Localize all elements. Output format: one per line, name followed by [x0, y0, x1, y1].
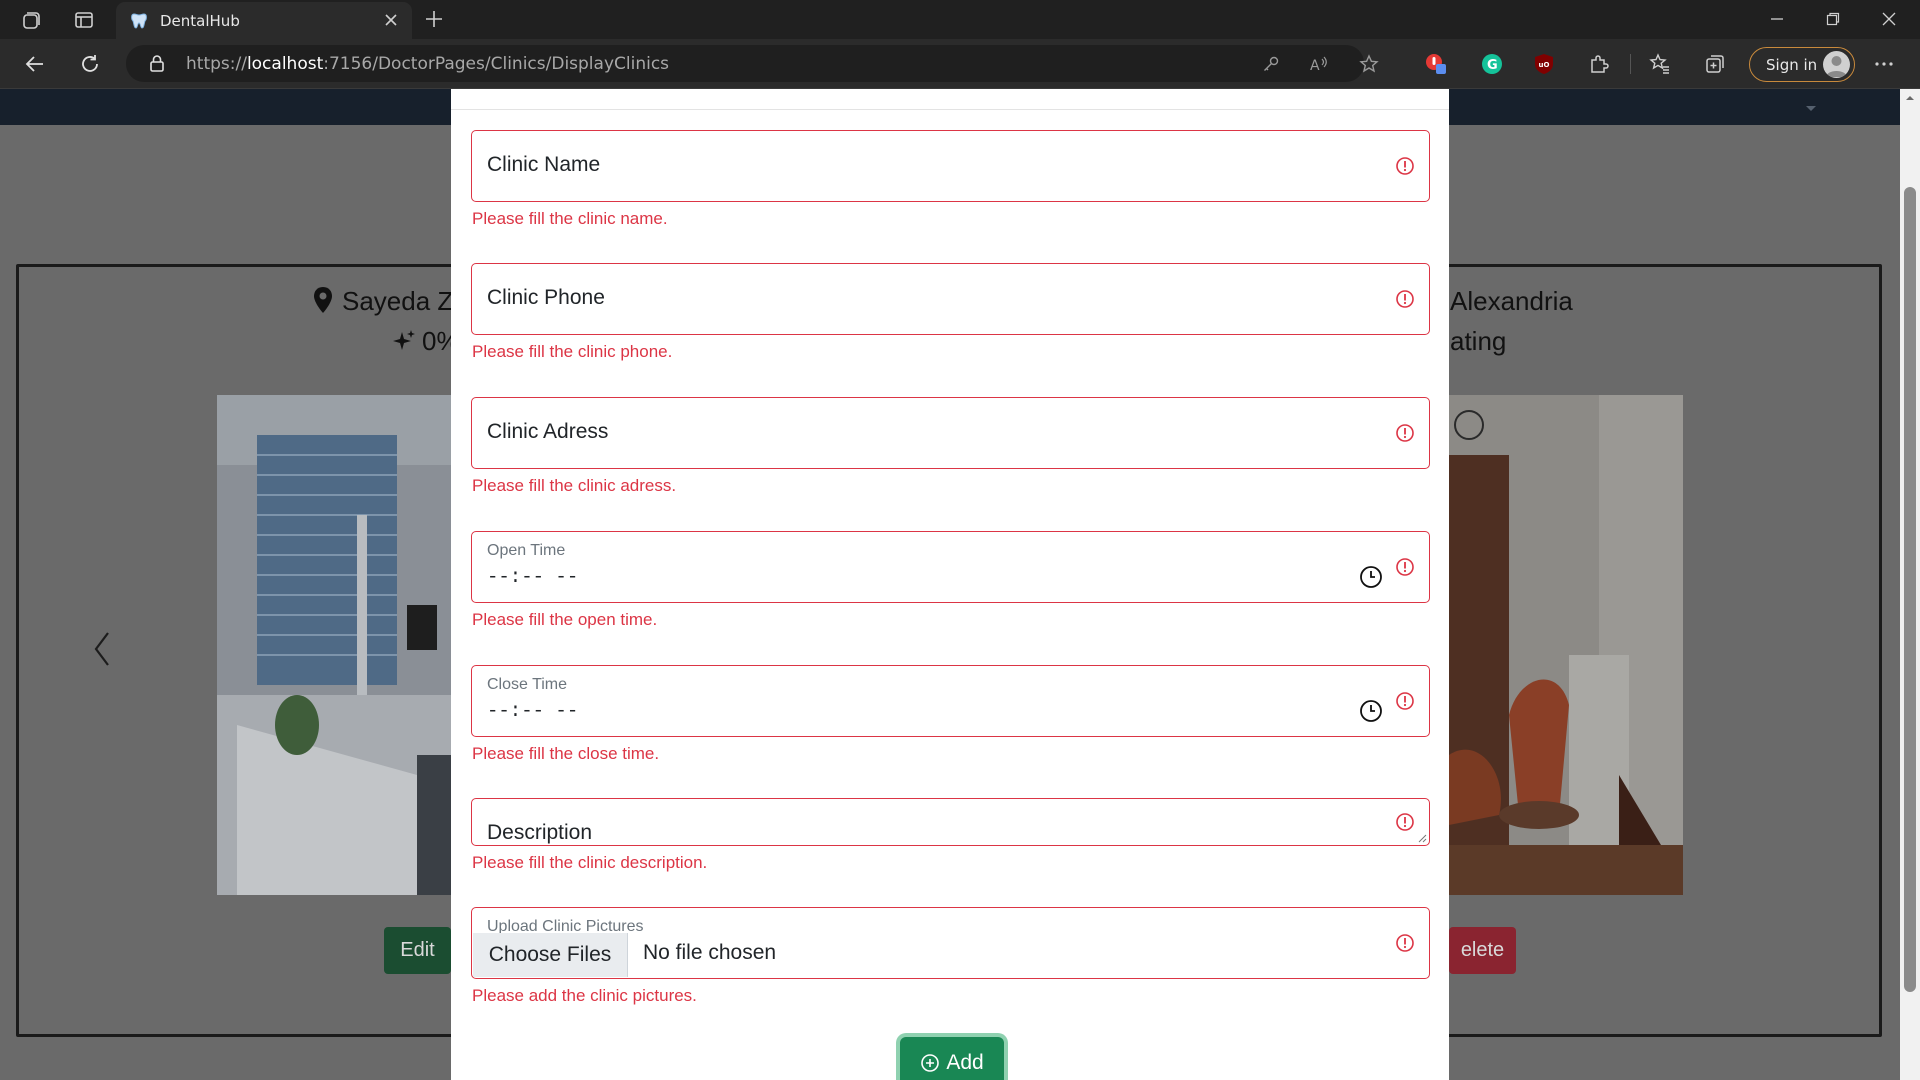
- clock-icon[interactable]: [1359, 565, 1383, 589]
- close-window-icon[interactable]: [1866, 6, 1912, 32]
- right-clinic-photo: [1449, 395, 1683, 895]
- close-time-value: --:-- --: [487, 700, 579, 722]
- open-time-value: --:-- --: [487, 566, 579, 588]
- key-icon[interactable]: [1260, 53, 1282, 75]
- scroll-thumb[interactable]: [1904, 187, 1916, 992]
- clinic-phone-input[interactable]: Clinic Phone: [471, 263, 1430, 335]
- clinic-name-error: Please fill the clinic name.: [472, 209, 668, 228]
- open-time-input[interactable]: Open Time --:-- --: [471, 531, 1430, 603]
- close-time-label: Close Time: [487, 676, 568, 693]
- chevron-down-icon[interactable]: [1804, 99, 1818, 118]
- sparkles-icon: [393, 330, 415, 350]
- add-button-label: Add: [946, 1051, 984, 1074]
- clinic-address-placeholder: Clinic Adress: [487, 420, 609, 443]
- clinic-address-input[interactable]: Clinic Adress: [471, 397, 1430, 469]
- error-icon: [1396, 558, 1414, 576]
- refresh-icon[interactable]: [77, 51, 103, 77]
- choose-files-button[interactable]: Choose Files: [473, 933, 628, 977]
- toolbar-separator: [1630, 54, 1631, 74]
- error-icon: [1396, 692, 1414, 710]
- edit-button[interactable]: Edit: [384, 927, 451, 974]
- left-card-rating: 0%: [392, 326, 460, 357]
- tab-title: DentalHub: [160, 12, 240, 30]
- address-bar-row: https://localhost:7156/DoctorPages/Clini…: [0, 39, 1920, 89]
- lock-icon[interactable]: [148, 54, 166, 76]
- left-clinic-photo: [217, 395, 451, 895]
- page-scrollbar[interactable]: [1900, 89, 1920, 1080]
- tooth-icon: [130, 12, 148, 34]
- grammarly-icon[interactable]: G: [1480, 52, 1504, 76]
- sign-in-label: Sign in: [1766, 56, 1818, 74]
- error-icon: [1396, 813, 1414, 831]
- extension-red-icon[interactable]: [1424, 52, 1448, 76]
- modal-header-divider: [451, 109, 1449, 110]
- add-clinic-modal: Clinic Name Please fill the clinic name.…: [451, 89, 1449, 1080]
- description-textarea[interactable]: Description: [471, 798, 1430, 846]
- upload-pictures-input[interactable]: Upload Clinic Pictures Choose Files No f…: [471, 907, 1430, 979]
- favorites-icon[interactable]: [1648, 52, 1672, 76]
- restore-icon[interactable]: [1810, 6, 1856, 32]
- sign-in-button[interactable]: Sign in: [1749, 47, 1855, 82]
- ublock-icon[interactable]: uO: [1532, 52, 1556, 76]
- file-status: No file chosen: [643, 941, 777, 964]
- right-card-rating: ating: [1450, 326, 1507, 356]
- back-icon[interactable]: [22, 51, 48, 77]
- new-tab-icon[interactable]: [423, 8, 445, 34]
- clinic-name-input[interactable]: Clinic Name: [471, 130, 1430, 202]
- right-card-location: Alexandria: [1450, 286, 1573, 316]
- avatar: [1823, 51, 1850, 78]
- clinic-name-placeholder: Clinic Name: [487, 153, 601, 176]
- tab-dentalhub[interactable]: DentalHub: [116, 2, 412, 39]
- tab-actions-icon[interactable]: [72, 8, 96, 32]
- url-field[interactable]: https://localhost:7156/DoctorPages/Clini…: [126, 45, 1379, 82]
- description-placeholder: Description: [487, 821, 593, 844]
- error-icon: [1396, 290, 1414, 308]
- read-aloud-icon[interactable]: A: [1308, 53, 1330, 75]
- scroll-up-icon[interactable]: [1900, 91, 1920, 105]
- left-card-location: Sayeda Z: [312, 286, 453, 317]
- error-icon: [1396, 424, 1414, 442]
- carousel-prev-icon[interactable]: [90, 629, 114, 673]
- add-button[interactable]: Add: [900, 1037, 1004, 1080]
- more-options-icon[interactable]: [1872, 52, 1896, 76]
- map-pin-icon: [314, 287, 332, 313]
- clinic-phone-placeholder: Clinic Phone: [487, 286, 605, 309]
- error-icon: [1396, 157, 1414, 175]
- clock-icon[interactable]: [1359, 699, 1383, 723]
- favorite-star-icon[interactable]: [1358, 53, 1380, 75]
- close-time-input[interactable]: Close Time --:-- --: [471, 665, 1430, 737]
- extensions-puzzle-icon[interactable]: [1587, 52, 1611, 76]
- browser-tab-bar: DentalHub: [0, 0, 1920, 39]
- svg-text:uO: uO: [1539, 61, 1550, 69]
- open-time-error: Please fill the open time.: [472, 610, 658, 629]
- url-text: https://localhost:7156/DoctorPages/Clini…: [186, 54, 670, 74]
- error-icon: [1396, 934, 1414, 952]
- open-time-label: Open Time: [487, 542, 566, 559]
- collections-icon[interactable]: [1703, 52, 1727, 76]
- upload-pictures-error: Please add the clinic pictures.: [472, 986, 697, 1005]
- svg-text:A: A: [1310, 58, 1320, 73]
- close-tab-icon[interactable]: [382, 11, 400, 33]
- description-error: Please fill the clinic description.: [472, 853, 708, 872]
- plus-circle-icon: [921, 1054, 940, 1072]
- minimize-icon[interactable]: [1754, 6, 1800, 32]
- delete-button[interactable]: elete: [1449, 927, 1516, 974]
- close-time-error: Please fill the close time.: [472, 744, 660, 763]
- resize-handle-icon[interactable]: [1417, 833, 1427, 843]
- svg-text:G: G: [1487, 58, 1498, 73]
- workspaces-icon[interactable]: [20, 8, 44, 32]
- clinic-address-error: Please fill the clinic adress.: [472, 476, 677, 495]
- clinic-phone-error: Please fill the clinic phone.: [472, 342, 673, 361]
